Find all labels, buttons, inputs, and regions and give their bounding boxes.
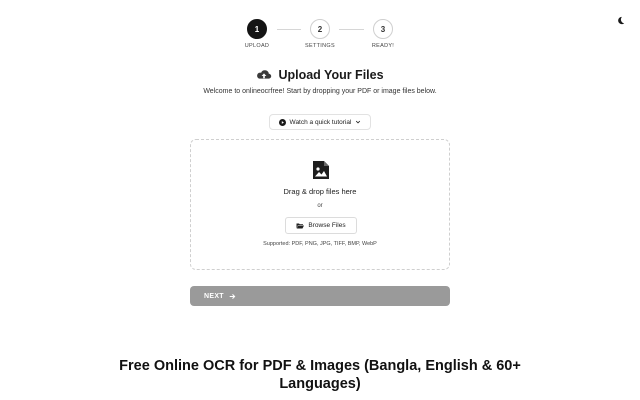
tutorial-label: Watch a quick tutorial [289, 118, 352, 126]
step-label: SETTINGS [305, 43, 335, 49]
step-settings[interactable]: 2 SETTINGS [290, 19, 350, 49]
drag-drop-text: Drag & drop files here [283, 187, 357, 196]
next-label: NEXT [204, 292, 224, 300]
arrow-right-icon [229, 293, 236, 299]
step-ready[interactable]: 3 READY! [353, 19, 413, 49]
stepper: 1 UPLOAD 2 SETTINGS 3 READY! [0, 19, 640, 53]
upload-subtitle: Welcome to onlineocrfree! Start by dropp… [203, 88, 437, 95]
watch-tutorial-button[interactable]: Watch a quick tutorial [269, 114, 371, 130]
upload-heading: Upload Your Files [0, 68, 640, 82]
file-dropzone[interactable]: Drag & drop files here or Browse Files S… [190, 139, 450, 270]
next-button[interactable]: NEXT [190, 286, 450, 306]
cloud-upload-icon [257, 70, 272, 79]
page: 1 UPLOAD 2 SETTINGS 3 READY! Upload Your… [0, 0, 640, 400]
page-title: Upload Your Files [278, 68, 384, 82]
browse-files-button[interactable]: Browse Files [285, 217, 357, 234]
folder-open-icon [296, 223, 305, 228]
seo-heading: Free Online OCR for PDF & Images (Bangla… [119, 358, 521, 392]
or-separator: or [317, 203, 323, 209]
image-file-icon [313, 161, 329, 179]
step-label: UPLOAD [244, 43, 270, 49]
step-number: 1 [247, 19, 267, 39]
play-circle-icon [278, 118, 286, 126]
step-label: READY! [371, 43, 395, 49]
browse-label: Browse Files [308, 222, 346, 229]
chevron-down-icon [356, 120, 361, 124]
step-number: 2 [310, 19, 330, 39]
step-number: 3 [373, 19, 393, 39]
supported-formats-text: Supported: PDF, PNG, JPG, TIFF, BMP, Web… [263, 241, 377, 247]
step-upload[interactable]: 1 UPLOAD [227, 19, 287, 49]
